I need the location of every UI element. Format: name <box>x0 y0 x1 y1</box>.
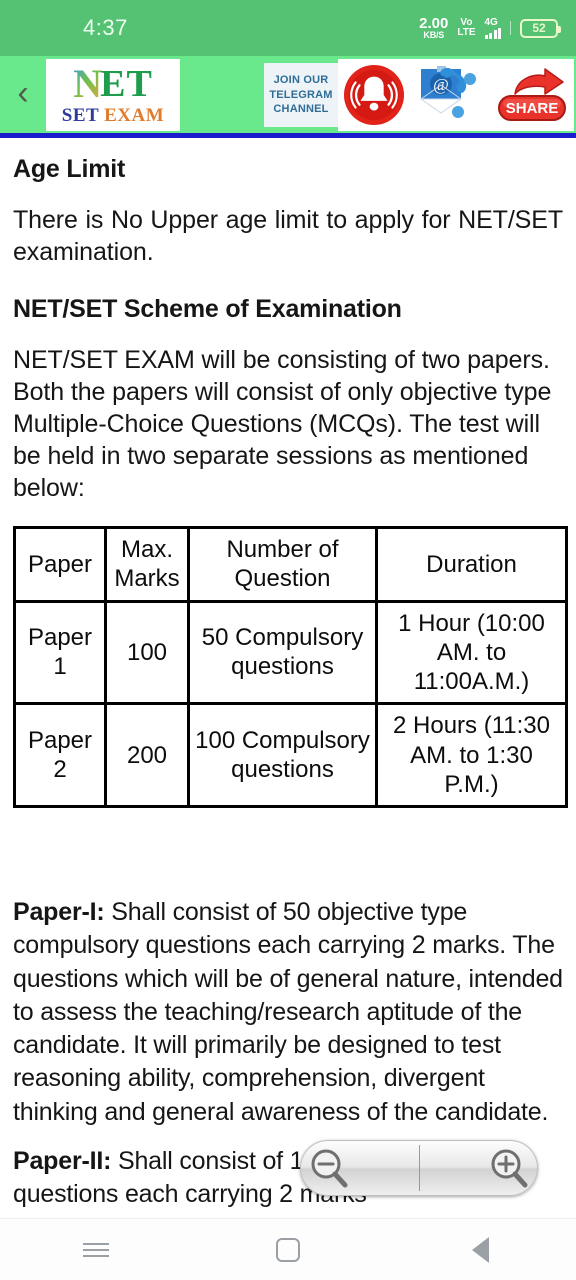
status-indicators: 2.00 KB/S Vo LTE 4G 52 <box>419 16 561 40</box>
logo-word-set: SET <box>61 104 99 126</box>
table-row: Paper 2 200 100 Compulsory questions 2 H… <box>13 702 568 809</box>
table-header-paper: Paper <box>13 526 107 603</box>
logo-letters-et: ET <box>100 62 153 105</box>
cell-paper-1: Paper 1 <box>13 599 107 706</box>
paragraph-age-limit: There is No Upper age limit to apply for… <box>13 206 563 266</box>
recents-lines <box>83 1239 109 1261</box>
paragraph-paper-1: Paper-I: Shall consist of 50 objective t… <box>13 896 563 1129</box>
content-spacer-1 <box>13 268 563 294</box>
signal-bars-icon <box>484 27 501 39</box>
phone-screen: 4:37 2.00 KB/S Vo LTE 4G 52 ‹ N ET SET E… <box>0 0 576 1280</box>
paper-2-label: Paper-II: <box>13 1146 112 1175</box>
back-triangle-icon <box>471 1236 489 1263</box>
email-phone-contact-icon[interactable]: @ <box>411 65 483 125</box>
cell-paper-1-duration: 1 Hour (10:00 AM. to 11:00A.M.) <box>375 599 568 706</box>
network-speed-indicator: 2.00 KB/S <box>419 16 448 40</box>
cell-paper-2-marks: 200 <box>104 702 190 809</box>
home-square-icon <box>276 1237 300 1262</box>
banner-icons-group: @ <box>338 59 488 131</box>
share-button[interactable]: SHARE <box>488 59 574 131</box>
zoom-out-button[interactable] <box>301 1140 357 1196</box>
volte-icon: Vo LTE <box>457 17 476 39</box>
logo-bottom-row: SET EXAM <box>62 105 164 127</box>
table-header-row: Paper Max. Marks Number of Question Dura… <box>13 526 568 603</box>
table-header-number-of-question: Number of Question <box>187 526 378 603</box>
zoom-in-button[interactable] <box>481 1140 537 1196</box>
table-header-duration: Duration <box>375 526 568 603</box>
status-bar: 4:37 2.00 KB/S Vo LTE 4G 52 <box>0 0 576 56</box>
paragraph-scheme: NET/SET EXAM will be consisting of two p… <box>13 346 552 502</box>
telegram-line-2: Telegram <box>269 88 333 101</box>
logo-word-exam: EXAM <box>104 104 165 126</box>
content-spacer-2 <box>13 808 563 880</box>
share-label: SHARE <box>506 100 559 117</box>
cell-paper-2-duration: 2 Hours (11:30 AM. to 1:30 P.M.) <box>375 702 568 809</box>
banner-spacer <box>180 56 264 134</box>
table-header-max-marks: Max. Marks <box>104 526 190 603</box>
paper-1-label: Paper-I: <box>13 898 105 927</box>
logo-letter-n: N <box>73 60 103 106</box>
share-arrow-icon[interactable]: SHARE <box>491 64 571 126</box>
network-speed-unit: KB/S <box>423 30 445 40</box>
zoom-out-magnifier-icon[interactable] <box>308 1147 350 1189</box>
scheme-table: Paper Max. Marks Number of Question Dura… <box>13 526 568 809</box>
battery-icon: 52 <box>520 18 561 38</box>
status-clock: 4:37 <box>83 15 128 40</box>
telegram-line-1: Join Our <box>273 73 329 86</box>
cell-paper-1-marks: 100 <box>104 599 190 706</box>
chevron-left-icon[interactable]: ‹ <box>0 76 46 114</box>
table-row: Paper 1 100 50 Compulsory questions 1 Ho… <box>13 599 568 706</box>
zoom-control[interactable] <box>300 1140 538 1196</box>
telegram-line-3: Channel <box>273 103 329 116</box>
recents-menu-icon[interactable] <box>51 1227 141 1273</box>
app-logo: N ET SET EXAM <box>46 59 180 131</box>
app-banner: ‹ N ET SET EXAM Join Our Telegram Channe… <box>0 56 576 134</box>
zoom-control-divider <box>418 1145 420 1191</box>
cell-paper-2: Paper 2 <box>13 702 107 809</box>
article-content: Age Limit There is No Upper age limit to… <box>0 138 576 1218</box>
heading-age-limit: Age Limit <box>13 155 126 183</box>
status-divider <box>510 21 511 35</box>
cell-paper-1-questions: 50 Compulsory questions <box>187 599 378 706</box>
signal-strength-icon: 4G <box>484 16 501 39</box>
volte-bottom-label: LTE <box>457 27 476 38</box>
cell-paper-2-questions: 100 Compulsory questions <box>187 702 378 809</box>
join-telegram-channel-button[interactable]: Join Our Telegram Channel <box>264 63 338 127</box>
android-navigation-bar <box>0 1218 576 1280</box>
heading-scheme-of-examination: NET/SET Scheme of Examination <box>13 295 402 323</box>
notification-bell-icon[interactable] <box>343 64 405 126</box>
network-speed-value: 2.00 <box>419 15 449 32</box>
battery-percent-label: 52 <box>532 21 546 35</box>
paper-1-text: Shall consist of 50 objective type compu… <box>13 898 563 1126</box>
network-type-label: 4G <box>484 16 498 28</box>
back-button[interactable] <box>435 1227 525 1273</box>
home-button[interactable] <box>243 1227 333 1273</box>
logo-top-row: N ET <box>73 60 153 106</box>
zoom-in-magnifier-icon[interactable] <box>488 1147 530 1189</box>
